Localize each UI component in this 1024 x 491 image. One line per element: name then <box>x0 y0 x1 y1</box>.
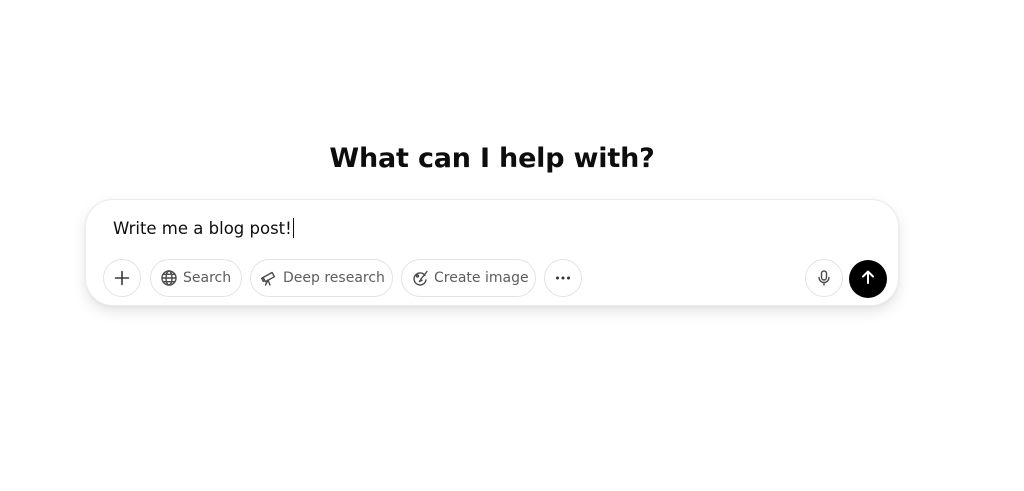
ellipsis-icon <box>554 269 572 287</box>
attach-button[interactable] <box>103 259 141 297</box>
deep-research-button[interactable]: Deep research <box>250 259 393 297</box>
prompt-input-value: Write me a blog post! <box>113 219 292 238</box>
page-heading: What can I help with? <box>329 143 655 174</box>
create-image-button-label: Create image <box>434 270 529 286</box>
image-brush-icon <box>411 269 429 287</box>
globe-icon <box>160 269 178 287</box>
prompt-input[interactable]: Write me a blog post! <box>113 218 295 240</box>
text-caret <box>292 218 295 238</box>
telescope-icon <box>260 269 278 287</box>
search-button[interactable]: Search <box>150 259 242 297</box>
more-tools-button[interactable] <box>544 259 582 297</box>
arrow-up-icon <box>859 268 877 291</box>
send-button[interactable] <box>849 260 887 298</box>
microphone-icon <box>815 269 833 287</box>
deep-research-button-label: Deep research <box>283 270 385 286</box>
search-button-label: Search <box>183 270 232 286</box>
create-image-button[interactable]: Create image <box>401 259 536 297</box>
prompt-composer: Write me a blog post! Search Deep resear… <box>85 199 899 306</box>
plus-icon <box>113 269 131 287</box>
voice-input-button[interactable] <box>805 259 843 297</box>
